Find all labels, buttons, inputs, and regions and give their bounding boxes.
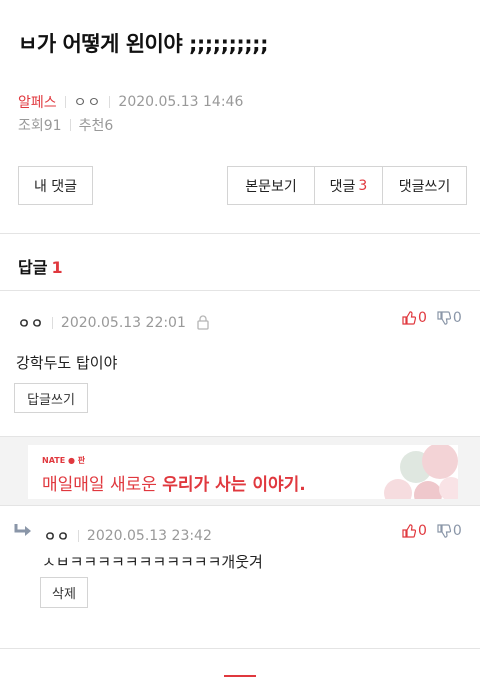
post-meta: 알페스 ㅇㅇ 2020.05.13 14:46 [18, 92, 243, 112]
section-divider [0, 233, 480, 234]
reply-datetime: 2020.05.13 23:42 [86, 527, 212, 544]
view-body-button[interactable]: 본문보기 [228, 167, 314, 204]
comment-meta: ㅇㅇ 2020.05.13 22:01 [18, 313, 210, 332]
comment-author: ㅇㅇ [18, 317, 44, 332]
divider [64, 96, 66, 108]
reply-meta: ㅇㅇ 2020.05.13 23:42 [44, 526, 212, 546]
pearl-balloons-image [384, 445, 458, 499]
ad-text-plain: 매일매일 새로운 [42, 475, 163, 495]
replies-heading: 답글 1 [18, 254, 63, 278]
reply-upvote-count: 0 [418, 523, 427, 539]
comment-downvote-count: 0 [452, 310, 462, 326]
comment-votes: 0 0 [402, 310, 462, 326]
comment-text: 강학두도 탑이야 [16, 354, 118, 372]
delete-button[interactable]: 삭제 [40, 577, 88, 608]
reply-downvote-count: 0 [452, 523, 462, 539]
ad-banner[interactable]: NATE ● 판 매일매일 새로운 우리가 사는 이야기. [0, 436, 480, 506]
reply-arrow-icon [14, 523, 34, 543]
reply-upvote[interactable]: 0 [402, 523, 427, 539]
thumbs-down-icon [437, 524, 451, 538]
divider [109, 96, 111, 108]
post-actions: 본문보기 댓글 3 댓글쓰기 [227, 166, 467, 205]
post-stats: 조회91 추천6 [18, 115, 113, 135]
reply-author: ㅇㅇ [44, 530, 70, 545]
reply-text: ㅅㅂㅋㅋㅋㅋㅋㅋㅋㅋㅋㅋㅋ개웃겨 [42, 553, 263, 571]
post-views: 조회91 [18, 118, 62, 134]
section-divider [0, 290, 480, 291]
nate-pann-logo: NATE ● 판 [42, 456, 86, 465]
divider [51, 316, 53, 329]
divider [77, 529, 79, 542]
comments-count: 3 [358, 177, 368, 194]
thumbs-down-icon [437, 311, 451, 325]
ad-text: 매일매일 새로운 우리가 사는 이야기. [42, 470, 306, 495]
ad-content[interactable]: NATE ● 판 매일매일 새로운 우리가 사는 이야기. [28, 445, 458, 499]
section-divider [0, 648, 480, 649]
ad-text-bold: 우리가 사는 이야기. [162, 475, 306, 495]
replies-count: 1 [51, 258, 63, 277]
post-author: ㅇㅇ [73, 95, 102, 111]
write-comment-button[interactable]: 댓글쓰기 [382, 167, 466, 204]
lock-icon [196, 315, 210, 330]
my-comments-button[interactable]: 내 댓글 [18, 166, 93, 205]
comment-downvote[interactable]: 0 [437, 310, 462, 326]
reply-downvote[interactable]: 0 [437, 523, 462, 539]
post-recommends: 추천6 [78, 118, 114, 134]
comment-upvote[interactable]: 0 [402, 310, 427, 326]
divider [69, 119, 71, 131]
post-title: ㅂ가 어떻게 왼이야 ;;;;;;;;;; [18, 32, 268, 56]
comments-button[interactable]: 댓글 3 [314, 167, 382, 204]
replies-label: 답글 [18, 258, 48, 277]
post-category[interactable]: 알페스 [18, 92, 57, 112]
post-datetime: 2020.05.13 14:46 [118, 94, 244, 110]
thumbs-up-icon [402, 311, 416, 325]
write-reply-button[interactable]: 답글쓰기 [14, 383, 88, 413]
thumbs-up-icon [402, 524, 416, 538]
comment-upvote-count: 0 [418, 310, 427, 326]
comment-datetime: 2020.05.13 22:01 [60, 314, 186, 331]
comments-label: 댓글 [329, 178, 356, 195]
reply-votes: 0 0 [402, 523, 462, 539]
